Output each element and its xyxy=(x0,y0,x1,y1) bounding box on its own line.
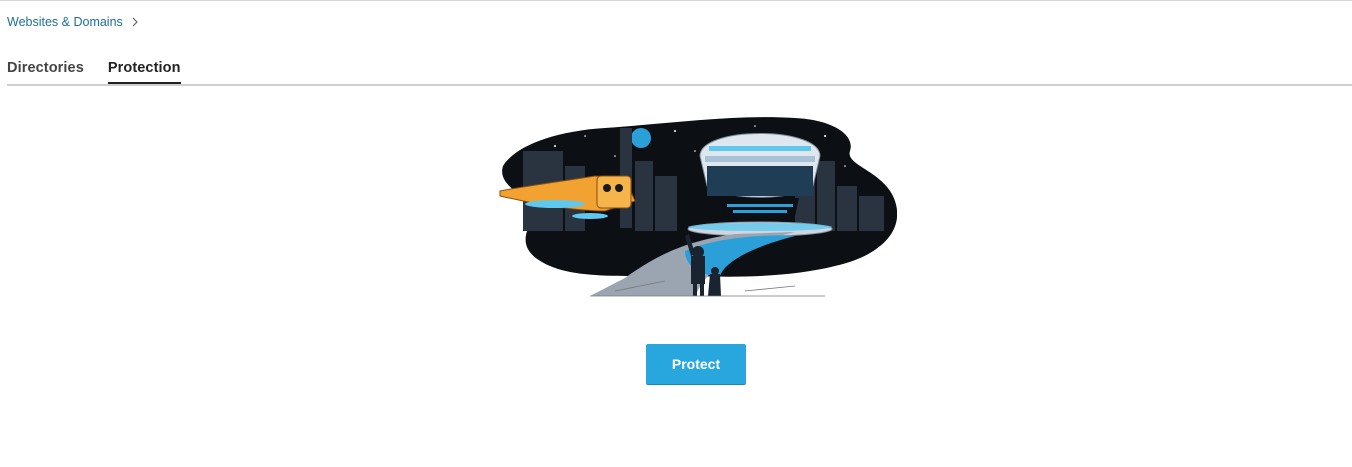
space-city-illustration xyxy=(499,117,897,297)
tab-directories[interactable]: Directories xyxy=(7,58,84,82)
page: Websites & Domains Directories Protectio… xyxy=(0,0,1352,467)
tab-protection[interactable]: Protection xyxy=(107,58,181,84)
breadcrumb-link-websites-domains[interactable]: Websites & Domains xyxy=(7,15,123,29)
breadcrumb: Websites & Domains xyxy=(7,15,141,29)
tab-bar: Directories Protection xyxy=(7,58,1352,86)
chevron-right-icon xyxy=(132,17,138,27)
protect-button[interactable]: Protect xyxy=(646,344,746,384)
